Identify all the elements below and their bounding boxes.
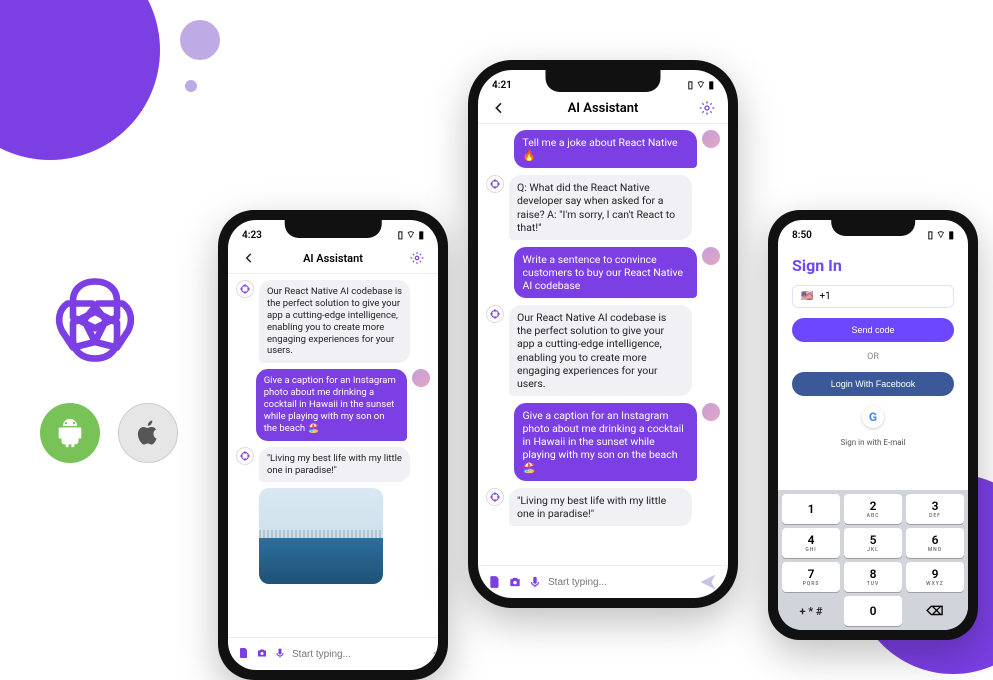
keypad-key-9[interactable]: 9WXYZ (906, 562, 964, 592)
country-code: +1 (819, 291, 830, 302)
status-time: 4:23 (242, 230, 262, 241)
attachment-icon[interactable] (488, 575, 502, 589)
numeric-keypad: 12ABC3DEF 4GHI5JKL6MNO 7PQRS8TUV9WXYZ + * #… (778, 490, 968, 630)
chat-message-list[interactable]: Tell me a joke about React Native 🔥 Q: Wh… (478, 124, 728, 565)
settings-button[interactable] (698, 99, 716, 117)
attachment-icon[interactable] (238, 647, 250, 661)
assistant-avatar-icon (236, 447, 254, 465)
phone-mockup-signin: 8:50 ▯ ⌔ ▮ Sign In 🇺🇸 +1 Send code OR Lo… (768, 210, 978, 640)
assistant-message-bubble: Our React Native AI codebase is the perf… (259, 280, 410, 363)
apple-icon (118, 403, 178, 463)
mic-icon[interactable] (274, 647, 286, 661)
user-avatar-icon (412, 369, 430, 387)
phone-mockup-chat-large: 4:21 ▯ ⌔ ▮ AI Assistant Tell me a joke a… (468, 60, 738, 608)
user-avatar-icon (702, 130, 720, 148)
assistant-avatar-icon (236, 280, 254, 298)
wifi-icon: ⌔ (936, 229, 945, 242)
bg-dot (180, 20, 220, 60)
assistant-message-bubble: Q: What did the React Native developer s… (509, 175, 692, 240)
status-time: 8:50 (792, 230, 812, 241)
phone-notch (546, 70, 661, 92)
wifi-icon: ⌔ (696, 79, 705, 92)
chat-navbar: AI Assistant (228, 246, 438, 274)
login-google-button[interactable]: G (862, 406, 884, 428)
flag-icon: 🇺🇸 (801, 291, 813, 302)
user-avatar-icon (702, 403, 720, 421)
back-button[interactable] (490, 99, 508, 117)
chat-input-bar (478, 565, 728, 598)
signal-icon: ▯ (928, 230, 934, 241)
keypad-key-4[interactable]: 4GHI (782, 528, 840, 558)
screen-title: AI Assistant (508, 101, 698, 116)
bg-blob-top-left (0, 0, 160, 160)
keypad-symbols-key[interactable]: + * # (782, 596, 840, 626)
assistant-message-bubble: Our React Native AI codebase is the perf… (509, 305, 692, 396)
message-row: "Living my best life with my little one … (236, 447, 430, 483)
user-message-bubble: Give a caption for an Instagram photo ab… (256, 369, 407, 440)
assistant-avatar-icon (486, 175, 504, 193)
phone-notch (831, 220, 915, 236)
message-row: Our React Native AI codebase is the perf… (236, 280, 430, 363)
chat-navbar: AI Assistant (478, 96, 728, 124)
assistant-avatar-icon (486, 488, 504, 506)
keypad-delete-key[interactable]: ⌫ (906, 596, 964, 626)
battery-icon: ▮ (418, 230, 424, 241)
user-message-bubble: Write a sentence to convince customers t… (514, 247, 697, 298)
platform-icons (40, 265, 178, 463)
settings-button[interactable] (408, 249, 426, 267)
battery-icon: ▮ (708, 80, 714, 91)
bg-dot-small (185, 80, 197, 92)
send-button[interactable] (698, 572, 718, 592)
phone-notch (285, 220, 382, 238)
camera-icon[interactable] (508, 575, 522, 589)
android-icon (40, 403, 100, 463)
signal-icon: ▯ (688, 80, 694, 91)
message-row: Give a caption for an Instagram photo ab… (236, 369, 430, 440)
signal-icon: ▯ (398, 230, 404, 241)
mic-icon[interactable] (528, 575, 542, 589)
user-message-bubble: Give a caption for an Instagram photo ab… (514, 403, 697, 481)
screen-title: AI Assistant (258, 252, 408, 265)
message-row: Write a sentence to convince customers t… (486, 247, 720, 298)
assistant-avatar-icon (486, 305, 504, 323)
user-message-bubble: Tell me a joke about React Native 🔥 (514, 130, 697, 168)
keypad-key-1[interactable]: 1 (782, 494, 840, 524)
keypad-key-3[interactable]: 3DEF (906, 494, 964, 524)
user-avatar-icon (702, 247, 720, 265)
message-row: Our React Native AI codebase is the perf… (486, 305, 720, 396)
keypad-key-8[interactable]: 8TUV (844, 562, 902, 592)
keypad-key-5[interactable]: 5JKL (844, 528, 902, 558)
chat-input[interactable] (548, 577, 692, 588)
message-row: Tell me a joke about React Native 🔥 (486, 130, 720, 168)
back-button[interactable] (240, 249, 258, 267)
or-divider: OR (792, 352, 954, 362)
send-button[interactable] (430, 644, 438, 664)
openai-logo-icon (40, 265, 150, 375)
message-row: Give a caption for an Instagram photo ab… (486, 403, 720, 481)
chat-message-list[interactable]: Our React Native AI codebase is the perf… (228, 274, 438, 637)
keypad-key-2[interactable]: 2ABC (844, 494, 902, 524)
keypad-key-0[interactable]: 0 (844, 596, 902, 626)
phone-number-field[interactable]: 🇺🇸 +1 (792, 285, 954, 308)
message-row: Q: What did the React Native developer s… (486, 175, 720, 240)
message-row: "Living my best life with my little one … (486, 488, 720, 526)
keypad-key-6[interactable]: 6MNO (906, 528, 964, 558)
signin-email-link[interactable]: Sign in with E-mail (792, 438, 954, 447)
phone-mockup-chat-small: 4:23 ▯ ⌔ ▮ AI Assistant Our React Native… (218, 210, 448, 680)
signin-title: Sign In (792, 256, 954, 275)
login-facebook-button[interactable]: Login With Facebook (792, 372, 954, 396)
camera-icon[interactable] (256, 647, 268, 661)
assistant-message-bubble: "Living my best life with my little one … (259, 447, 410, 483)
wifi-icon: ⌔ (406, 229, 415, 242)
chat-input-bar (228, 637, 438, 670)
chat-input[interactable] (292, 649, 424, 660)
battery-icon: ▮ (948, 230, 954, 241)
status-time: 4:21 (492, 80, 512, 91)
keypad-key-7[interactable]: 7PQRS (782, 562, 840, 592)
assistant-message-bubble: "Living my best life with my little one … (509, 488, 692, 526)
image-message[interactable] (259, 488, 383, 584)
send-code-button[interactable]: Send code (792, 318, 954, 342)
